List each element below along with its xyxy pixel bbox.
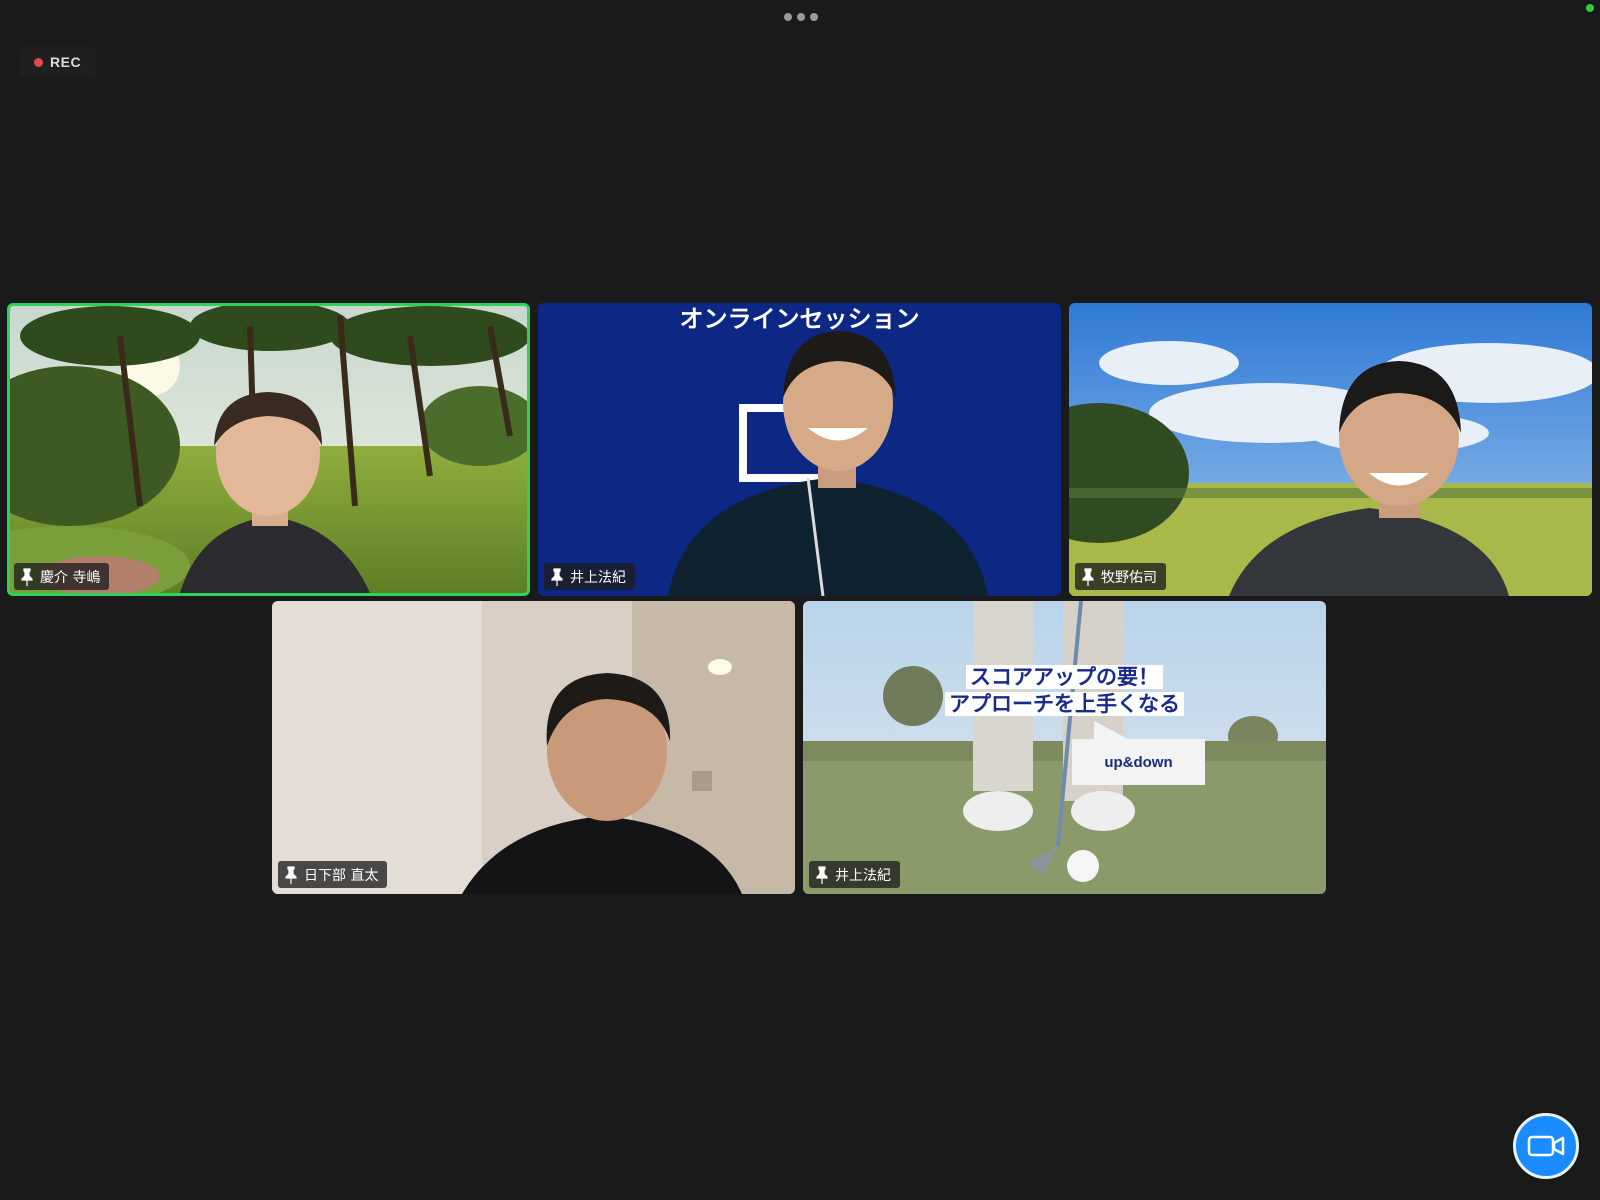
participant-video [803,601,1326,894]
more-dots-icon [784,13,792,21]
callout-label: up&down [1072,721,1205,785]
pin-icon [551,567,563,586]
video-toggle-button[interactable] [1513,1113,1579,1179]
pin-icon [21,567,33,586]
participant-nametag: 井上法紀 [544,563,635,590]
video-tile[interactable]: 日下部 直太 [272,601,795,894]
session-title: スコアアップの要！ [803,661,1326,691]
session-title-line2: アプローチを上手くなる [945,692,1184,716]
pin-icon [1082,567,1094,586]
participant-nametag: 井上法紀 [809,861,900,888]
participant-video [10,306,527,593]
video-camera-icon [1527,1135,1565,1157]
participant-name: 牧野佑司 [1101,569,1157,586]
video-tile[interactable]: オンラインセッション 井上法紀 [538,303,1061,596]
session-subtitle: アプローチを上手くなる [803,688,1326,718]
pin-icon [285,865,297,884]
background-text: オンラインセッション [679,305,920,333]
participant-name: 慶介 寺嶋 [40,569,101,586]
connection-status-dot [1586,4,1594,12]
participant-nametag: 慶介 寺嶋 [14,563,110,590]
session-title-line1: スコアアップの要！ [966,665,1163,689]
more-options-button[interactable] [779,10,823,24]
recording-label: REC [50,54,82,70]
video-tile-screen-share[interactable]: スコアアップの要！ アプローチを上手くなる up&down 井上法紀 [803,601,1326,894]
participant-video [1069,303,1592,596]
video-tile-active-speaker[interactable]: 慶介 寺嶋 [7,303,530,596]
participant-name: 井上法紀 [835,867,891,884]
pin-icon [816,865,828,884]
participant-name: 日下部 直太 [304,867,379,884]
participant-name: 井上法紀 [570,569,626,586]
participant-video [538,303,1061,596]
recording-dot-icon [34,57,43,67]
participant-nametag: 牧野佑司 [1075,563,1166,590]
participant-video [272,601,795,894]
video-tile[interactable]: 牧野佑司 [1069,303,1592,596]
participant-nametag: 日下部 直太 [278,861,388,888]
recording-indicator: REC [20,47,96,77]
